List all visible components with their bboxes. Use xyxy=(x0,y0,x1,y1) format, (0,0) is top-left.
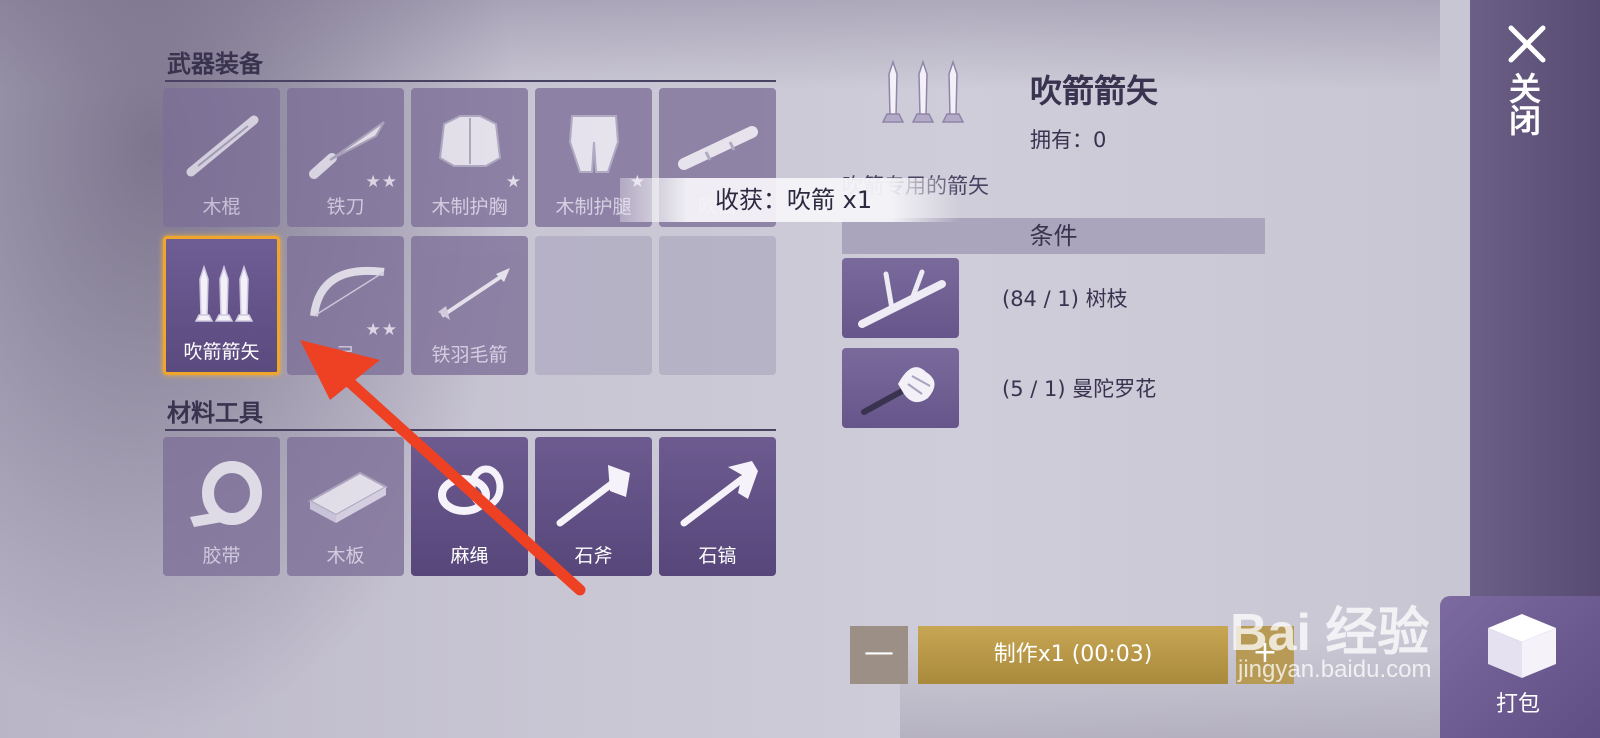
item-label: 铁羽毛箭 xyxy=(431,344,508,366)
requirement-text: (5 / 1) 曼陀罗花 xyxy=(1002,377,1157,401)
rarity-stars: ★★ xyxy=(365,172,398,192)
watermark-logo: Bai 经验 xyxy=(1230,604,1430,662)
harvest-toast: 收获：吹箭 x1 xyxy=(620,178,960,222)
owned-label: 拥有： xyxy=(1030,128,1093,152)
item-label: 铁刀 xyxy=(326,196,365,218)
tape-icon xyxy=(190,461,262,527)
item-label: 石斧 xyxy=(574,545,613,567)
section-divider xyxy=(165,429,776,431)
material-slot-stone-pickaxe[interactable]: 石镐 xyxy=(659,437,776,576)
weapons-section-title: 武器装备 xyxy=(167,50,263,78)
item-label: 弓 xyxy=(335,344,355,366)
stone-pickaxe-icon xyxy=(680,461,758,527)
chest-armor-icon xyxy=(438,115,502,167)
watermark-url: jingyan.baidu.com xyxy=(1238,656,1432,683)
item-label: 麻绳 xyxy=(450,545,489,567)
weapon-slot-darts[interactable]: 吹箭箭矢 xyxy=(163,236,280,375)
item-label: 木板 xyxy=(326,545,365,567)
empty-slot xyxy=(659,236,776,375)
weapon-slot-knife[interactable]: ★★ 铁刀 xyxy=(287,88,404,227)
craft-button[interactable]: 制作x1 (00:03) xyxy=(918,626,1228,684)
plank-icon xyxy=(307,471,389,523)
datura-flower-icon xyxy=(861,367,935,415)
stone-axe-icon xyxy=(556,465,630,527)
item-label: 石镐 xyxy=(698,545,737,567)
requirement-text: (84 / 1) 树枝 xyxy=(1002,287,1128,311)
close-icon[interactable] xyxy=(1505,22,1549,66)
item-title: 吹箭箭矢 xyxy=(1030,72,1159,110)
owned-count: 拥有：0 xyxy=(1030,124,1106,154)
blowpipe-icon xyxy=(678,126,758,170)
item-label: 吹箭箭矢 xyxy=(183,341,260,363)
box-icon xyxy=(1488,614,1556,678)
rarity-stars: ★★ xyxy=(365,320,398,340)
rope-icon xyxy=(438,465,504,515)
item-label: 木棍 xyxy=(202,196,241,218)
stick-icon xyxy=(186,115,259,177)
material-slot-tape[interactable]: 胶带 xyxy=(163,437,280,576)
weapon-slot-stick[interactable]: 木棍 xyxy=(163,88,280,227)
weapon-slot-iron-arrow[interactable]: 铁羽毛箭 xyxy=(411,236,528,375)
section-divider xyxy=(165,80,776,82)
darts-icon xyxy=(881,60,965,123)
branch-icon xyxy=(858,269,946,328)
item-label: 胶带 xyxy=(202,545,241,567)
weapon-slot-bow[interactable]: ★★ 弓 xyxy=(287,236,404,375)
requirement-slot-branch[interactable] xyxy=(842,258,959,338)
materials-section-title: 材料工具 xyxy=(167,399,263,427)
item-label: 木制护胸 xyxy=(431,196,508,218)
decrease-quantity-button[interactable]: — xyxy=(850,626,908,684)
material-slot-rope[interactable]: 麻绳 xyxy=(411,437,528,576)
darts-icon xyxy=(194,264,254,322)
leg-armor-icon xyxy=(568,115,620,173)
material-slot-plank[interactable]: 木板 xyxy=(287,437,404,576)
arrow-icon xyxy=(438,268,510,320)
close-button[interactable]: 关闭 xyxy=(1504,72,1546,136)
conditions-header: 条件 xyxy=(842,218,1265,254)
owned-value: 0 xyxy=(1093,128,1107,152)
requirement-slot-datura[interactable] xyxy=(842,348,959,428)
pack-label: 打包 xyxy=(1496,692,1541,717)
weapon-slot-chest-armor[interactable]: ★ 木制护胸 xyxy=(411,88,528,227)
empty-slot xyxy=(535,236,652,375)
rarity-stars: ★ xyxy=(505,172,522,192)
baidu-watermark: Bai 经验 jingyan.baidu.com xyxy=(1230,590,1431,683)
material-slot-stone-axe[interactable]: 石斧 xyxy=(535,437,652,576)
